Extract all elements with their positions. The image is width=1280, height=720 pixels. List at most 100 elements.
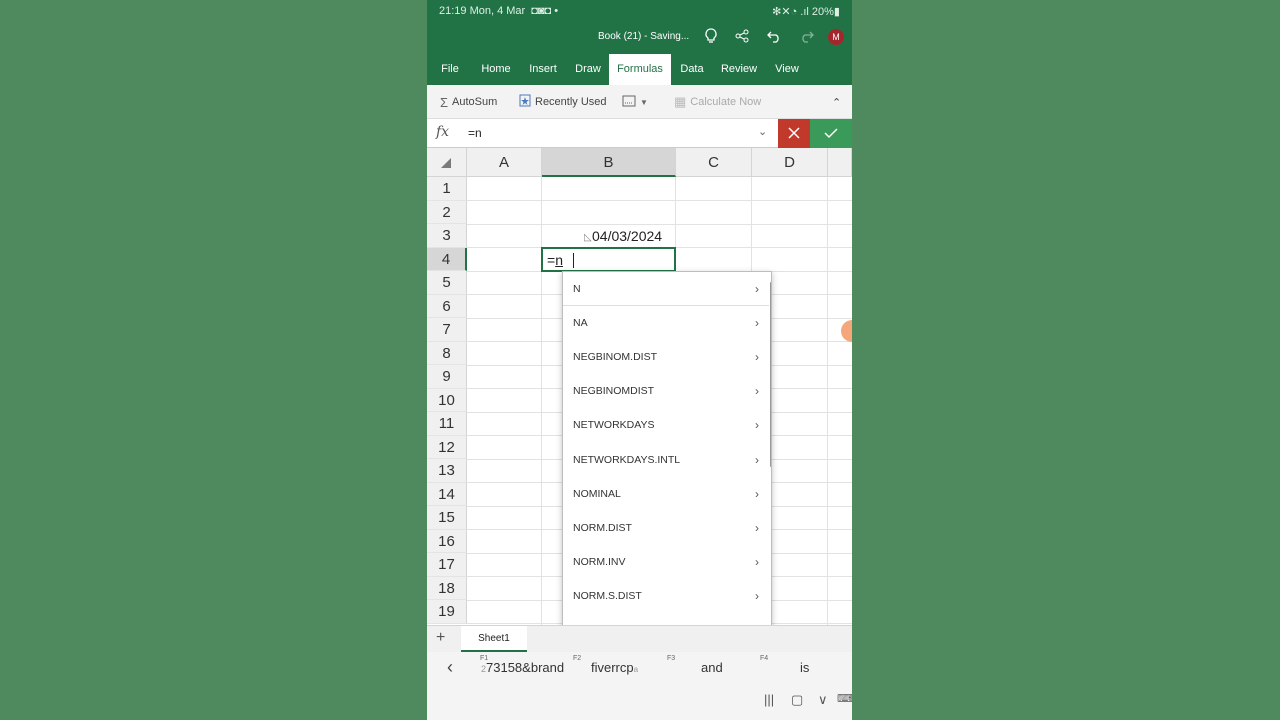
floating-action-dot[interactable] [841, 320, 852, 342]
keyboard-suggestion-3[interactable]: and [701, 660, 723, 675]
tab-home[interactable]: Home [477, 54, 515, 85]
row-header-14[interactable]: 14 [427, 482, 467, 506]
autocomplete-item[interactable]: N › [563, 272, 769, 306]
autocomplete-item[interactable]: NORM.S.DIST › [563, 579, 769, 613]
row-header-1[interactable]: 1 [427, 177, 467, 201]
sheet-tab-sheet1[interactable]: Sheet1 [461, 626, 527, 652]
cell-b3[interactable]: 04/03/2024 [592, 228, 662, 244]
column-header-b[interactable]: B [542, 148, 676, 177]
autocomplete-item[interactable]: NETWORKDAYS.INTL › [563, 443, 769, 477]
autocomplete-item[interactable]: NA › [563, 306, 769, 340]
chevron-right-icon[interactable]: › [755, 613, 759, 625]
column-header-a[interactable]: A [467, 148, 542, 177]
column-header-c[interactable]: C [676, 148, 752, 177]
chevron-right-icon[interactable]: › [755, 579, 759, 613]
row-header-10[interactable]: 10 [427, 388, 467, 412]
row-header-3[interactable]: 3 [427, 224, 467, 248]
cell-b3-indicator-icon: ◺ [584, 232, 592, 243]
keyboard-suggestion-1[interactable]: 273158&brand [481, 660, 564, 675]
row-header-8[interactable]: 8 [427, 341, 467, 365]
avatar[interactable]: M [828, 29, 844, 45]
tab-draw[interactable]: Draw [571, 54, 605, 85]
row-header-11[interactable]: 11 [427, 412, 467, 436]
sheet-tab-bar: + Sheet1 [427, 625, 852, 652]
chevron-right-icon[interactable]: › [755, 511, 759, 545]
chevron-right-icon[interactable]: › [755, 545, 759, 579]
status-notification-icons: ◘◙◘ • [531, 5, 559, 17]
autocomplete-item-label: NORM.S.DIST [573, 589, 642, 602]
row-header-6[interactable]: 6 [427, 294, 467, 318]
tab-file[interactable]: File [435, 54, 465, 85]
redo-icon[interactable] [797, 28, 817, 48]
row-header-9[interactable]: 9 [427, 365, 467, 389]
row-header-16[interactable]: 16 [427, 529, 467, 553]
autocomplete-item[interactable]: NORM.S.INV› [563, 613, 769, 625]
keyboard-back-icon[interactable]: ‹ [447, 657, 453, 678]
column-header-e[interactable] [828, 148, 852, 177]
gridline [827, 177, 828, 625]
home-icon[interactable]: ▢ [791, 692, 803, 708]
autocomplete-item[interactable]: NEGBINOM.DIST › [563, 340, 769, 374]
share-icon[interactable] [732, 28, 752, 48]
row-header-15[interactable]: 15 [427, 506, 467, 530]
spreadsheet-grid[interactable]: A B C D 1 2 3 4 5 6 7 8 9 10 11 12 13 14 15 16 17 18 19 ◺ … [427, 148, 852, 625]
gridline [467, 200, 852, 201]
fx-icon[interactable]: fx [436, 124, 449, 140]
tab-data[interactable]: Data [677, 54, 707, 85]
command-bar: Σ AutoSum Recently Used ▼ ▦ Calculate No… [427, 85, 852, 119]
autosum-button[interactable]: Σ AutoSum [440, 85, 497, 119]
more-functions-dropdown[interactable]: ▼ [622, 85, 652, 119]
chevron-right-icon[interactable]: › [755, 408, 759, 442]
row-header-18[interactable]: 18 [427, 576, 467, 600]
chevron-down-icon[interactable]: ⌄ [758, 125, 767, 138]
autocomplete-item[interactable]: NOMINAL › [563, 477, 769, 511]
keyboard-suggestion-4[interactable]: is [800, 660, 809, 675]
row-header-17[interactable]: 17 [427, 553, 467, 577]
chevron-right-icon[interactable]: › [755, 443, 759, 477]
cancel-button[interactable] [778, 119, 810, 148]
formula-bar: fx =n ⌄ [427, 119, 852, 148]
phone-screen: 21:19 Mon, 4 Mar ◘◙◘ • ✻✕◔ .ıl 20%▮ Book… [427, 0, 852, 720]
add-sheet-button[interactable]: + [436, 629, 445, 647]
tab-review[interactable]: Review [717, 54, 761, 85]
collapse-ribbon-chevron-icon[interactable]: ⌃ [832, 85, 841, 119]
confirm-button[interactable] [810, 119, 852, 148]
undo-icon[interactable] [764, 28, 784, 48]
column-header-d[interactable]: D [752, 148, 828, 177]
chevron-right-icon[interactable]: › [755, 306, 759, 340]
calculate-now-button[interactable]: ▦ Calculate Now [674, 85, 761, 119]
scrollbar[interactable] [770, 282, 771, 467]
status-right: ✻✕◔ .ıl 20%▮ [772, 5, 840, 18]
row-header-2[interactable]: 2 [427, 200, 467, 224]
autocomplete-item-label: NEGBINOMDIST [573, 385, 655, 398]
row-header-5[interactable]: 5 [427, 271, 467, 295]
recent-apps-icon[interactable]: ||| [764, 692, 774, 707]
back-icon[interactable]: ∨ [818, 692, 828, 708]
row-header-13[interactable]: 13 [427, 459, 467, 483]
recently-used-label: Recently Used [535, 96, 607, 108]
recently-used-button[interactable]: Recently Used [519, 85, 607, 119]
tab-formulas[interactable]: Formulas [609, 54, 671, 85]
chevron-right-icon[interactable]: › [755, 272, 759, 306]
row-header-7[interactable]: 7 [427, 318, 467, 342]
tab-insert[interactable]: Insert [525, 54, 561, 85]
chevron-right-icon[interactable]: › [755, 477, 759, 511]
row-header-12[interactable]: 12 [427, 435, 467, 459]
chevron-right-icon[interactable]: › [755, 340, 759, 374]
function-library-icon [622, 95, 636, 110]
autocomplete-item[interactable]: NORM.INV › [563, 545, 769, 579]
autocomplete-item[interactable]: NETWORKDAYS › [563, 408, 769, 442]
document-title: Book (21) - Saving... [598, 31, 690, 42]
keyboard-icon[interactable]: ⌨ [837, 692, 852, 705]
tab-view[interactable]: View [771, 54, 803, 85]
row-header-19[interactable]: 19 [427, 600, 467, 624]
active-cell-b4[interactable]: =n [541, 247, 676, 272]
formula-input[interactable]: =n [468, 126, 482, 140]
select-all-corner[interactable] [427, 148, 467, 177]
keyboard-suggestion-2[interactable]: fiverrcpa [591, 660, 638, 675]
lightbulb-icon[interactable] [701, 28, 721, 48]
autocomplete-item[interactable]: NORM.DIST › [563, 511, 769, 545]
autocomplete-item[interactable]: NEGBINOMDIST › [563, 374, 769, 408]
row-header-4[interactable]: 4 [427, 247, 467, 271]
chevron-right-icon[interactable]: › [755, 374, 759, 408]
